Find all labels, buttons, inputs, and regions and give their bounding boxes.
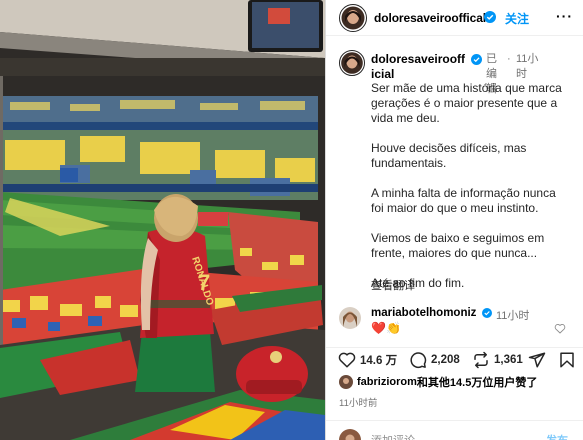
- verified-badge-icon: [482, 308, 492, 318]
- caption-username[interactable]: doloresaveiroofficial: [371, 52, 467, 82]
- save-button[interactable]: [558, 351, 576, 369]
- like-count: 14.6 万: [360, 355, 398, 367]
- post-header: doloresaveirooffical 关注 ···: [326, 0, 583, 36]
- comment-time[interactable]: 11小时: [496, 307, 529, 323]
- repost-button[interactable]: 1,361: [472, 351, 523, 369]
- actions-bar: 14.6 万 2,208 1,361: [326, 347, 583, 371]
- caption-time[interactable]: 11小时: [516, 52, 544, 82]
- liker-avatar[interactable]: [339, 375, 353, 389]
- caption-text: Ser mãe de uma história que marca geraçõ…: [371, 81, 571, 291]
- add-comment-input[interactable]: 添加评论...: [371, 432, 424, 440]
- caption-paragraph: A minha falta de informação nunca foi ma…: [371, 186, 556, 215]
- liked-by-rest[interactable]: 和其他14.5万位用户赞了: [417, 374, 537, 390]
- post-panel: doloresaveirooffical 关注 ··· doloresaveir…: [325, 0, 583, 440]
- verified-badge-icon: [484, 11, 496, 23]
- more-options-button[interactable]: ···: [556, 8, 573, 24]
- commenter-avatar[interactable]: [339, 307, 361, 329]
- share-button[interactable]: [528, 351, 546, 369]
- caption-paragraph: Houve decisões difíceis, mas fundamentai…: [371, 141, 527, 170]
- repost-icon: [474, 351, 488, 369]
- liked-by-username[interactable]: fabriziorom: [357, 376, 417, 388]
- send-icon: [528, 352, 546, 368]
- caption-paragraph: Ser mãe de uma história que marca geraçõ…: [371, 81, 562, 125]
- post-comment-button[interactable]: 发布: [546, 432, 568, 440]
- separator-dot: ·: [507, 53, 511, 65]
- comment-item: mariabotelhomoniz 11小时 ❤️👏: [326, 305, 583, 339]
- caption-avatar[interactable]: [339, 50, 365, 76]
- repost-count: 1,361: [494, 354, 523, 366]
- verified-badge-icon: [471, 54, 482, 65]
- comment-button[interactable]: 2,208: [409, 351, 460, 369]
- post-timestamp[interactable]: 11小时前: [339, 395, 377, 409]
- comment-count: 2,208: [431, 354, 460, 366]
- comment-icon: [410, 352, 427, 369]
- comment-like-icon[interactable]: [554, 323, 566, 334]
- heart-icon: [338, 352, 356, 368]
- liked-by-line: fabriziorom 和其他14.5万位用户赞了: [339, 374, 537, 390]
- author-username[interactable]: doloresaveirooffical: [374, 11, 486, 25]
- post-photo[interactable]: RONALDO 7: [0, 0, 325, 440]
- see-translation-link[interactable]: 查看翻译: [371, 277, 415, 293]
- comment-text: ❤️👏: [371, 321, 401, 335]
- current-user-avatar: [339, 429, 361, 440]
- follow-button[interactable]: 关注: [505, 10, 529, 27]
- jersey-number: 7: [198, 270, 210, 295]
- add-comment-bar: 添加评论... 发布: [326, 420, 583, 440]
- caption-paragraph: Viemos de baixo e seguimos em frente, ma…: [371, 231, 545, 260]
- author-avatar[interactable]: [339, 4, 367, 32]
- like-button[interactable]: 14.6 万: [338, 351, 397, 369]
- commenter-username[interactable]: mariabotelhomoniz: [371, 307, 476, 319]
- bookmark-icon: [560, 352, 574, 368]
